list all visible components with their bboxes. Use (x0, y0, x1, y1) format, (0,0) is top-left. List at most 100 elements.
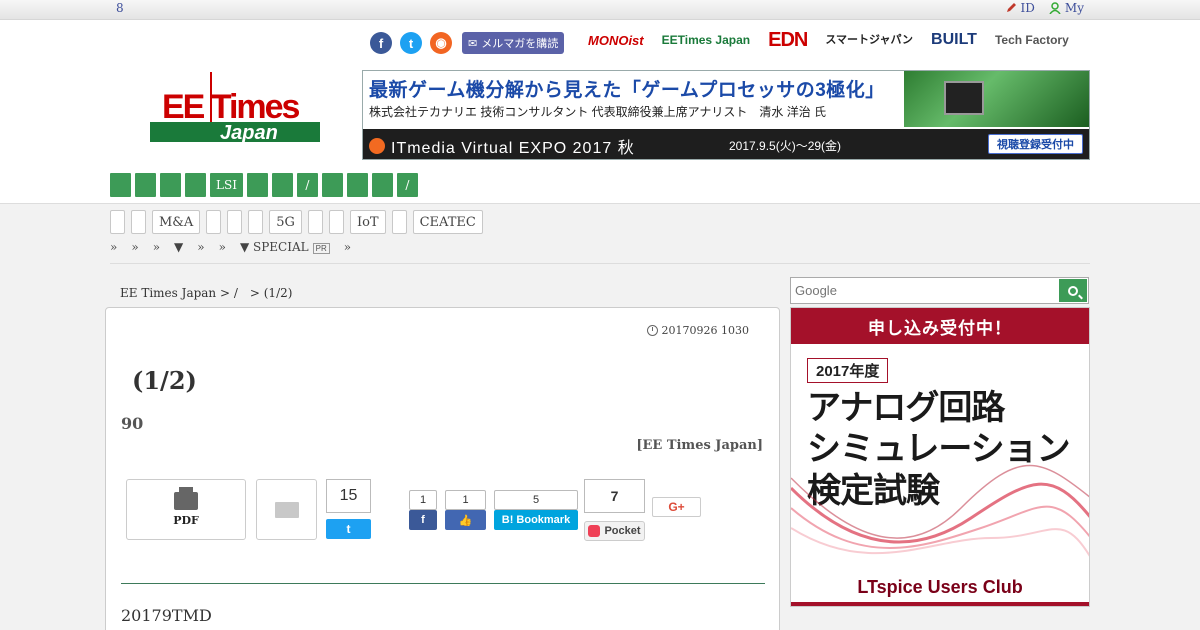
secondary-nav-item[interactable]: » (197, 240, 204, 254)
pr-badge: PR (312, 243, 330, 254)
category-nav-item[interactable]: / (396, 173, 418, 197)
banner-dates: 2017.9.5(火)～29(金) (729, 139, 842, 153)
eetimes-japan-logo[interactable]: EE Times Japan (150, 72, 320, 152)
article-byline: [EE Times Japan] (636, 438, 763, 453)
pencil-icon (1006, 3, 1016, 12)
envelope-plus-icon (274, 501, 299, 518)
mypage-link[interactable]: My (1049, 1, 1084, 15)
category-nav-item[interactable] (185, 173, 206, 197)
category-nav-item[interactable] (160, 173, 181, 197)
article-title: (1/2) (132, 366, 197, 395)
site-link-eetimes[interactable]: EETimes Japan (662, 34, 751, 46)
sidebar-ad[interactable]: 申し込み受付中！ 2017年度 アナログ回路 シミュレーション 検定試験 LTs… (790, 307, 1090, 607)
topic-nav-item[interactable] (227, 210, 243, 234)
expo-banner-ad[interactable]: 最新ゲーム機分解から見えた「ゲームプロセッサの3極化」 株式会社テカナリエ 技術… (362, 70, 1090, 160)
ad-title-line1: アナログ回路 (807, 389, 1005, 427)
top-date: 8 (116, 1, 124, 15)
secondary-nav-label: » (152, 240, 161, 254)
breadcrumb[interactable]: EE Times Japan > / > (1/2) (120, 284, 292, 301)
article-timestamp: 20170926 1030 (646, 324, 749, 337)
topic-nav-item[interactable]: 5G (269, 210, 302, 234)
site-header: f t ◉ ✉ メルマガを購読 MONOist EETimes Japan ED… (0, 20, 1200, 204)
search-button[interactable] (1059, 279, 1087, 302)
site-link-edn[interactable]: EDN (768, 30, 808, 50)
secondary-nav-item[interactable]: » (344, 240, 351, 254)
login-link[interactable]: ID (1005, 1, 1035, 15)
like-button[interactable]: 👍 (445, 510, 486, 530)
mypage-label: My (1064, 1, 1084, 15)
facebook-share-button[interactable]: f (409, 510, 437, 530)
google-plus-button[interactable]: G+ (652, 497, 701, 517)
category-nav-item[interactable] (110, 173, 131, 197)
like-count: 1 (445, 490, 486, 510)
twitter-icon[interactable]: t (400, 32, 422, 54)
topic-nav-item[interactable]: IoT (349, 210, 386, 234)
tweet-button[interactable]: t (326, 519, 371, 539)
thumbs-up-icon: 👍 (458, 514, 473, 527)
banner-expo: ITmedia Virtual EXPO 2017 秋 (369, 134, 635, 158)
secondary-nav-label: » (197, 240, 205, 254)
secondary-nav-item[interactable]: ▼ SPECIAL PR (240, 240, 330, 254)
site-link-built[interactable]: BUILT (931, 32, 977, 48)
mail-save-button[interactable] (256, 479, 317, 540)
hatena-count: 5 (494, 490, 578, 510)
category-nav: LSI / / (110, 173, 418, 197)
pocket-icon (588, 525, 601, 537)
rss-icon[interactable]: ◉ (430, 32, 452, 54)
search-icon (1068, 285, 1078, 296)
topic-nav-item[interactable]: M&A (152, 210, 201, 234)
category-nav-item[interactable] (135, 173, 156, 197)
topic-nav-item[interactable] (206, 210, 222, 234)
category-nav-item[interactable] (371, 173, 393, 197)
expo-logo-icon (369, 138, 385, 154)
topic-nav-item[interactable] (131, 210, 146, 234)
topic-nav-item[interactable] (391, 210, 407, 234)
login-label: ID (1020, 1, 1035, 15)
category-nav-item[interactable]: / (296, 173, 318, 197)
category-nav-item[interactable]: LSI (210, 173, 243, 197)
topic-nav-item[interactable] (328, 210, 344, 234)
site-link-monoist[interactable]: MONOist (588, 34, 644, 47)
social-links: f t ◉ ✉ メルマガを購読 (370, 32, 565, 54)
banner-expo-title: ITmedia Virtual EXPO 2017 秋 (391, 140, 635, 157)
topic-nav-item[interactable]: CEATEC (412, 210, 483, 234)
pdf-label: PDF (173, 514, 199, 527)
ad-header: 申し込み受付中！ (791, 308, 1089, 344)
hatena-bookmark-button[interactable]: B! Bookmark (494, 510, 578, 530)
pocket-button[interactable]: Pocket (584, 521, 645, 541)
article-lead: 20179TMD (121, 606, 212, 625)
secondary-nav-item[interactable]: » (153, 240, 160, 254)
secondary-nav-item[interactable]: ▼ (174, 240, 183, 254)
site-link-techfactory[interactable]: Tech Factory (995, 34, 1069, 46)
topic-nav: M&A 5G IoT CEATEC (110, 210, 483, 234)
topic-nav-item[interactable] (248, 210, 264, 234)
ad-footer: LTspice Users Club (791, 572, 1089, 606)
category-nav-item[interactable] (321, 173, 343, 197)
secondary-nav-item[interactable]: » (219, 240, 226, 254)
facebook-icon[interactable]: f (370, 32, 392, 54)
secondary-nav-label: » (343, 240, 352, 254)
top-bar: 8 ID My (0, 0, 1200, 20)
secondary-nav-item[interactable]: » (131, 240, 138, 254)
twitter-bird-icon: t (346, 522, 351, 536)
person-icon (1049, 2, 1061, 14)
pocket-label: Pocket (604, 525, 641, 537)
secondary-nav-label: » (110, 240, 118, 254)
site-link-smartjapan[interactable]: スマートジャパン (825, 34, 913, 46)
topic-nav-item[interactable] (110, 210, 125, 234)
newsletter-button[interactable]: ✉ メルマガを購読 (462, 32, 565, 54)
secondary-nav-item[interactable]: » (110, 240, 117, 254)
facebook-icon: f (421, 514, 425, 526)
category-nav-item[interactable] (271, 173, 293, 197)
topic-nav-item[interactable] (307, 210, 323, 234)
article-subtitle: 90 (121, 414, 144, 433)
category-nav-item[interactable] (246, 173, 268, 197)
search-input[interactable] (793, 280, 1055, 301)
article-divider (121, 583, 765, 584)
hatena-label: Bookmark (516, 514, 571, 526)
pdf-button[interactable]: PDF (126, 479, 246, 540)
banner-register-button[interactable]: 視聴登録受付中 (988, 134, 1083, 154)
clock-icon (646, 325, 658, 336)
category-nav-item[interactable] (346, 173, 368, 197)
ad-year: 2017年度 (807, 358, 889, 383)
